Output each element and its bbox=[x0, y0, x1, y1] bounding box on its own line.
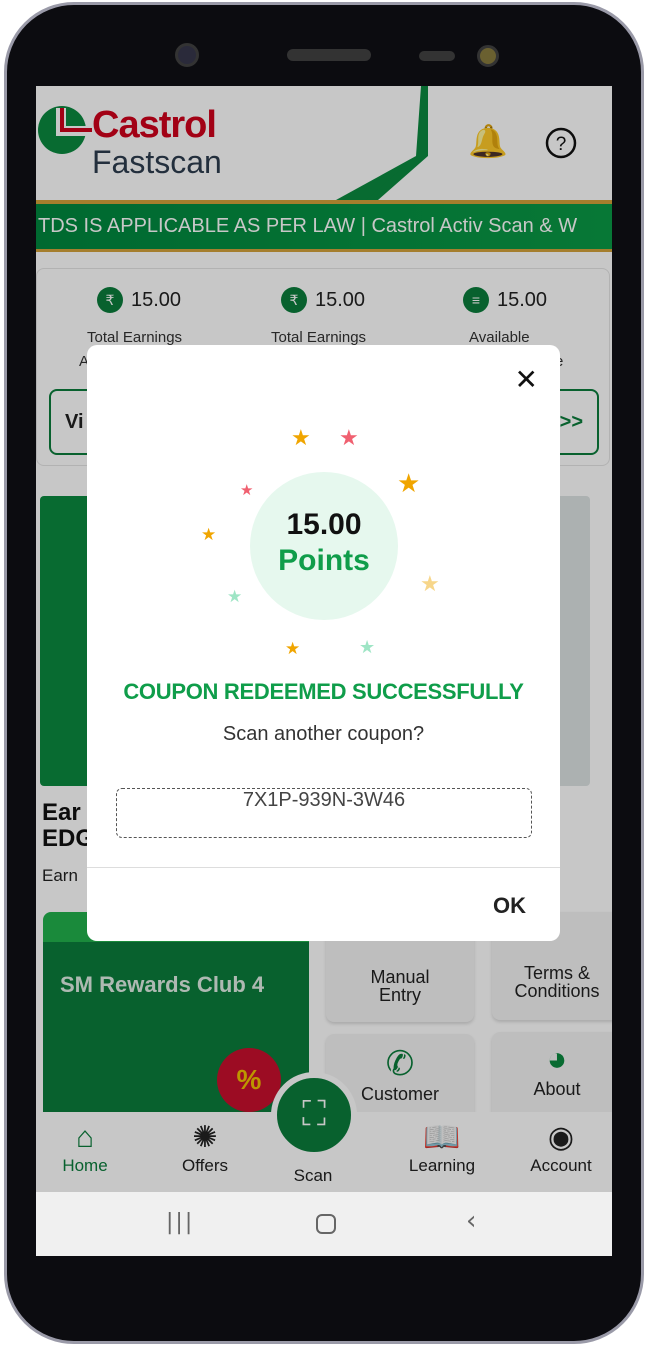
close-icon[interactable]: ✕ bbox=[515, 363, 538, 396]
star-icon: ★ bbox=[227, 587, 243, 607]
speaker-grille bbox=[287, 49, 371, 61]
star-icon: ★ bbox=[359, 637, 376, 658]
star-icon: ★ bbox=[201, 525, 217, 545]
points-circle: 15.00 Points bbox=[250, 472, 398, 620]
divider bbox=[87, 867, 560, 868]
star-icon: ★ bbox=[240, 481, 254, 499]
sensor bbox=[419, 51, 455, 61]
ok-button[interactable]: OK bbox=[493, 893, 526, 919]
home-system-icon[interactable] bbox=[316, 1214, 336, 1234]
dialog-question: Scan another coupon? bbox=[222, 723, 425, 745]
star-icon: ★ bbox=[420, 572, 440, 597]
dialog-title: COUPON REDEEMED SUCCESSFULLY bbox=[123, 679, 524, 704]
front-sensor bbox=[477, 45, 499, 67]
front-camera bbox=[175, 43, 199, 67]
back-icon[interactable]: ‹ bbox=[466, 1206, 476, 1236]
app-screen: Castrol Fastscan 🔔 ? TDS IS APPLICABLE A… bbox=[36, 86, 612, 1256]
star-icon: ★ bbox=[339, 426, 359, 451]
points-label: Points bbox=[278, 544, 370, 577]
coupon-success-dialog: ✕ ★ ★ ★ ★ ★ ★ ★ ★ ★ 15.00 Points COUPON … bbox=[87, 345, 560, 941]
star-icon: ★ bbox=[291, 426, 311, 451]
recent-apps-icon[interactable]: ||| bbox=[166, 1210, 194, 1235]
star-icon: ★ bbox=[397, 469, 421, 499]
system-nav-bar: ||| ‹ bbox=[36, 1192, 612, 1256]
points-value: 15.00 bbox=[286, 508, 362, 541]
star-icon: ★ bbox=[285, 639, 301, 659]
coupon-code: 7X1P-939N-3W46 bbox=[116, 788, 532, 838]
